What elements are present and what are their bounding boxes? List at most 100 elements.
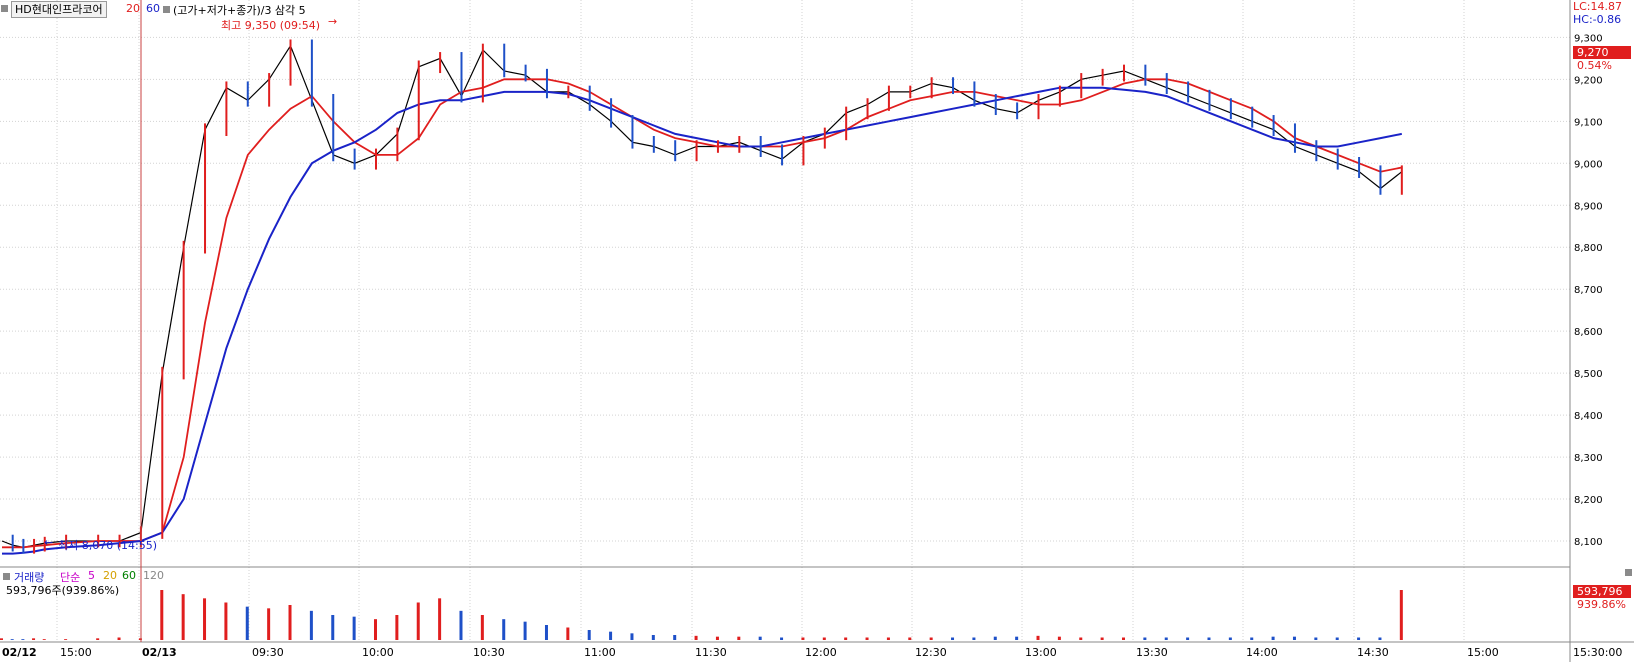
volume-bar [1357,637,1361,640]
volume-bar [438,598,442,640]
time-tick-label: 15:00 [60,646,92,659]
volume-bar [1036,635,1040,640]
last-price-badge: 9,270 [1573,46,1631,59]
time-tick-label: 12:00 [805,646,837,659]
volume-bar [651,635,655,640]
price-tick-label: 9,300 [1574,33,1603,44]
volume-bar [374,619,377,640]
volume-bar [1271,636,1275,640]
price-tick-label: 9,100 [1574,117,1603,128]
volume-bar [416,602,420,640]
time-tick-label: 10:30 [473,646,505,659]
price-tick-label: 8,900 [1574,201,1603,212]
price-tick-label: 8,600 [1574,327,1603,338]
volume-bar [1143,637,1147,640]
volume-bar [1228,637,1232,640]
volume-bar [972,637,976,640]
volume-bar [609,631,613,640]
volume-bar [523,621,527,640]
volume-bar [694,635,698,640]
high-arrow-icon: → [328,15,338,28]
volume-bar [844,637,848,640]
indicator-menu-icon[interactable] [163,6,170,13]
volume-menu-icon[interactable] [3,573,10,580]
volume-bar [951,637,955,640]
price-tick-label: 8,200 [1574,495,1603,506]
volume-bar [1250,637,1254,640]
price-tick-label: 8,100 [1574,537,1603,548]
low-annotation: 최저 8,070 (14:55) [58,539,158,552]
time-tick-label: 10:00 [362,646,394,659]
volume-bar [758,636,762,640]
stock-name: HD현대인프라코어 [15,3,103,16]
volume-bar [1378,637,1382,640]
volume-bar [587,630,591,640]
volume-bar [822,637,826,640]
volume-bar [42,639,46,640]
time-tick-label: 02/12 [2,646,37,659]
time-tick-label: 14:30 [1357,646,1389,659]
volume-bar [96,638,100,640]
time-tick-label: 02/13 [142,646,177,659]
volume-bar [630,633,634,640]
volume-bar [203,598,207,640]
volume-bar [1122,637,1125,640]
time-tick-label: 15:30:00 [1573,646,1622,659]
last-change-label: 0.54% [1577,59,1612,72]
ma-period-60: 60 [146,2,160,15]
volume-bar [1207,637,1211,640]
volume-bar [544,625,548,640]
volume-bar [395,615,399,640]
volume-bar [715,636,719,640]
volume-bar [224,602,228,640]
low-arrow-icon: ← [44,536,54,549]
volume-legend-120: 120 [143,569,164,582]
time-tick-label: 12:30 [915,646,947,659]
lc-label: LC:14.87 [1573,0,1623,13]
volume-bar [673,635,677,640]
volume-bar [1314,637,1318,640]
volume-bar [459,610,463,640]
volume-bar [801,637,805,640]
time-tick-label: 11:00 [584,646,616,659]
indicator-label: (고가+저가+종가)/3 삼각 5 [173,4,306,17]
last-volume-badge: 593,796 [1573,585,1631,598]
volume-bar [267,608,271,640]
stock-name-box[interactable]: HD현대인프라코어 [11,1,107,18]
time-tick-label: 09:30 [252,646,284,659]
time-tick-label: 13:30 [1136,646,1168,659]
volume-panel-resize-icon[interactable] [1625,569,1632,576]
volume-readout: 593,796주(939.86%) [6,584,120,597]
time-tick-label: 13:00 [1025,646,1057,659]
volume-bar [309,610,313,640]
price-tick-label: 9,000 [1574,159,1603,170]
last-volume-pct: 939.86% [1577,598,1626,611]
volume-bar [1399,590,1403,640]
high-annotation: 최고 9,350 (09:54) [221,19,321,32]
volume-bar [1164,637,1168,640]
volume-bar [1335,637,1339,640]
time-tick-label: 14:00 [1246,646,1278,659]
volume-bar [32,638,36,640]
volume-bar [10,639,14,640]
volume-bar [502,619,506,640]
volume-bar [64,639,68,640]
volume-legend-20: 20 [103,569,117,582]
time-tick-label: 11:30 [695,646,727,659]
ma-period-20: 20 [126,2,140,15]
volume-bar [245,606,249,640]
volume-bar [331,615,335,640]
volume-bar [780,637,784,640]
price-tick-label: 8,400 [1574,411,1603,422]
volume-bar [908,637,912,640]
volume-bar [0,638,3,640]
price-tick-label: 8,800 [1574,243,1603,254]
price-tick-label: 8,500 [1574,369,1603,380]
volume-legend-60: 60 [122,569,136,582]
price-tick-label: 8,300 [1574,453,1603,464]
price-tick-label: 8,700 [1574,285,1603,296]
panel-menu-icon[interactable] [1,5,8,12]
time-tick-label: 15:00 [1467,646,1499,659]
volume-bar [993,636,997,640]
price-tick-label: 9,200 [1574,75,1603,86]
